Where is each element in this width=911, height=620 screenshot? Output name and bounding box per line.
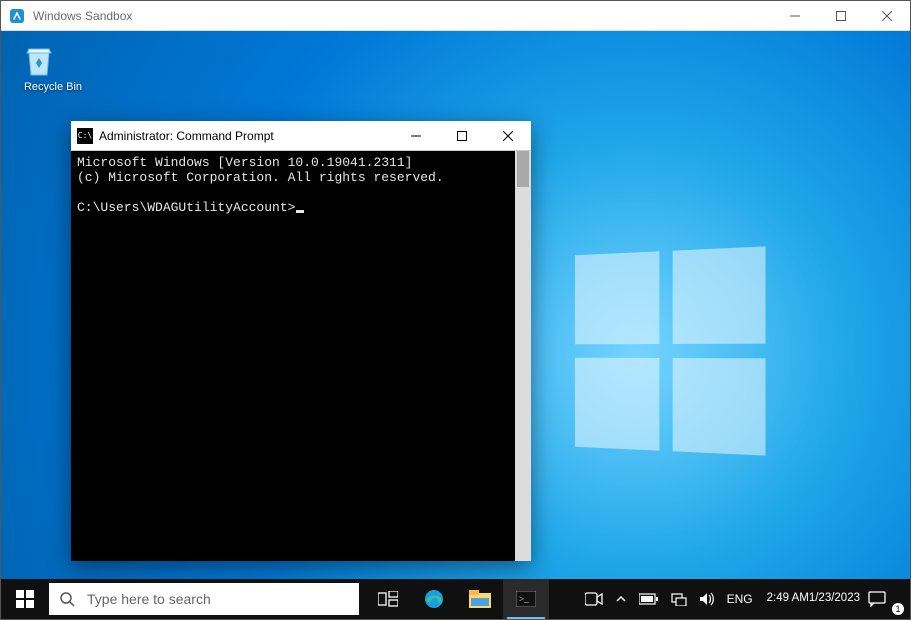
search-placeholder: Type here to search [87,591,211,607]
cmd-close-button[interactable] [485,121,531,150]
host-maximize-button[interactable] [818,1,864,30]
windows-logo-wallpaper [575,246,766,455]
host-close-button[interactable] [864,1,910,30]
tray-meet-now-icon[interactable] [579,579,609,619]
cmd-terminal-body[interactable]: Microsoft Windows [Version 10.0.19041.23… [71,151,531,561]
tray-date: 1/23/2023 [809,592,860,605]
tray-network-icon[interactable] [665,579,693,619]
recycle-bin-desktop-icon[interactable]: Recycle Bin [19,41,87,93]
tray-action-center[interactable]: 1 [868,591,906,607]
host-window-title: Windows Sandbox [33,9,772,23]
host-window-controls [772,1,910,30]
tray-language-indicator[interactable]: ENG [721,579,759,619]
cmd-minimize-button[interactable] [393,121,439,150]
tray-clock[interactable]: 2:49 AM 1/23/2023 [759,579,868,619]
cmd-window-controls [393,121,531,150]
cmd-output-line1: Microsoft Windows [Version 10.0.19041.23… [77,155,412,170]
taskbar-app-edge[interactable] [411,579,457,619]
taskbar-search-box[interactable]: Type here to search [49,583,359,615]
tray-chevron-up-icon[interactable] [609,579,633,619]
cmd-output-line2: (c) Microsoft Corporation. All rights re… [77,170,444,185]
cmd-prompt: C:\Users\WDAGUtilityAccount> [77,200,295,215]
recycle-bin-label: Recycle Bin [19,81,87,93]
tray-time: 2:49 AM [767,592,809,605]
tray-battery-icon[interactable] [633,579,665,619]
start-button[interactable] [1,579,49,619]
action-center-badge: 1 [892,603,904,615]
cmd-cursor [296,210,304,213]
system-tray: ENG 2:49 AM 1/23/2023 1 [579,579,910,619]
host-minimize-button[interactable] [772,1,818,30]
cmd-title-icon: C:\ [77,128,93,144]
svg-text:>_: >_ [519,594,529,604]
taskbar-app-command-prompt[interactable]: >_ [503,579,549,619]
sandbox-desktop[interactable]: Recycle Bin C:\ Administrator: Command P… [1,31,910,619]
search-icon [59,591,75,607]
recycle-bin-icon [19,41,87,81]
command-prompt-window[interactable]: C:\ Administrator: Command Prompt Micros… [71,121,531,561]
task-view-button[interactable] [365,579,411,619]
cmd-titlebar[interactable]: C:\ Administrator: Command Prompt [71,121,531,151]
cmd-window-title: Administrator: Command Prompt [99,129,393,143]
taskbar-pinned-apps: >_ [365,579,549,619]
taskbar-app-file-explorer[interactable] [457,579,503,619]
tray-volume-icon[interactable] [693,579,721,619]
cmd-scrollbar[interactable] [515,151,531,561]
cmd-scrollbar-thumb[interactable] [517,151,529,187]
taskbar: Type here to search >_ [1,579,910,619]
cmd-maximize-button[interactable] [439,121,485,150]
host-window-titlebar: Windows Sandbox [1,1,910,31]
sandbox-app-icon [9,8,25,24]
